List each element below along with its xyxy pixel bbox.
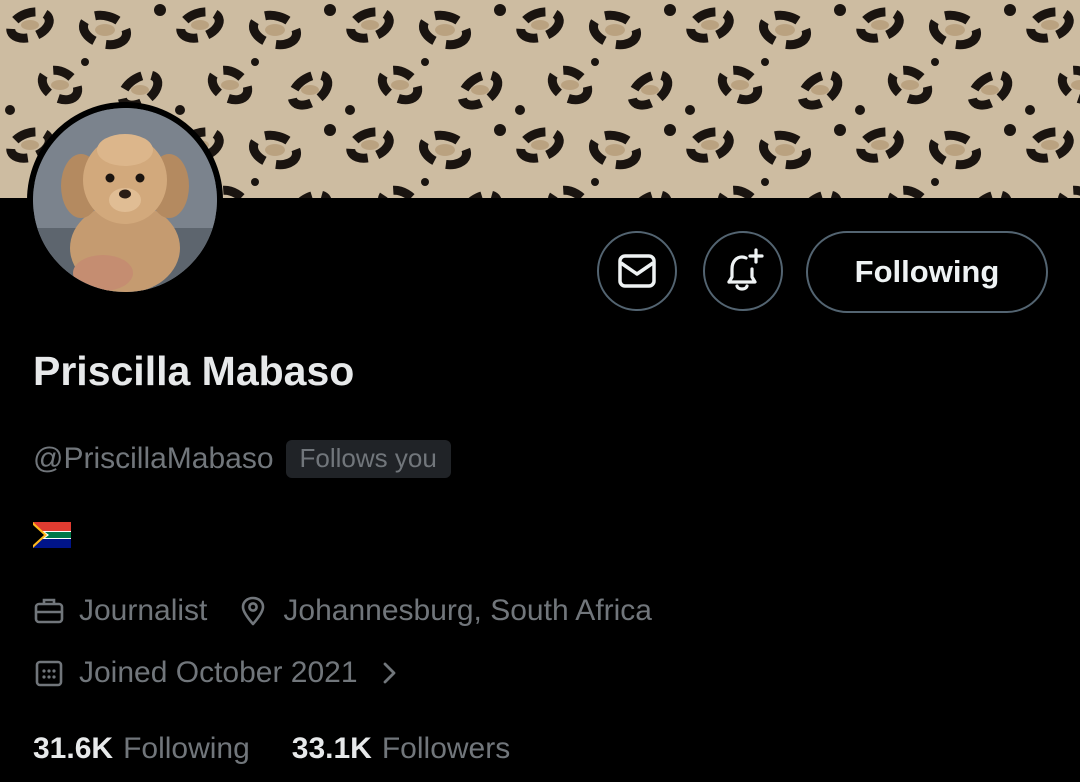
briefcase-icon — [34, 598, 64, 624]
following-stat[interactable]: 31.6K Following — [33, 732, 250, 766]
location-pin-icon — [242, 596, 265, 626]
following-label: Following — [123, 732, 250, 765]
notify-button[interactable] — [703, 231, 783, 311]
follows-you-badge: Follows you — [285, 440, 451, 478]
profile-meta-row: Journalist Johannesburg, South Africa — [33, 589, 652, 633]
occupation-text: Journalist — [79, 594, 208, 627]
chevron-right-icon[interactable] — [380, 658, 400, 688]
following-count: 31.6K — [33, 732, 114, 765]
joined-row[interactable]: Joined October 2021 — [33, 651, 400, 695]
calendar-icon — [35, 660, 63, 687]
followers-label: Followers — [381, 732, 511, 765]
puppy-photo — [33, 108, 217, 292]
user-handle: @PriscillaMabaso — [33, 442, 274, 475]
location-item: Johannesburg, South Africa — [237, 594, 652, 628]
message-button[interactable] — [597, 231, 677, 311]
envelope-icon — [618, 254, 656, 288]
south-africa-flag-icon — [33, 522, 71, 548]
following-button[interactable]: Following — [806, 231, 1048, 313]
occupation-item: Journalist — [33, 594, 207, 628]
joined-text: Joined October 2021 — [79, 656, 358, 689]
location-text: Johannesburg, South Africa — [283, 594, 652, 627]
display-name: Priscilla Mabaso — [33, 348, 355, 394]
profile-avatar[interactable] — [27, 102, 223, 298]
handle-row: @PriscillaMabaso Follows you — [33, 437, 451, 481]
follow-stats: 31.6K Following 33.1K Followers — [33, 727, 510, 771]
followers-count: 33.1K — [291, 732, 372, 765]
avatar-image — [33, 108, 217, 292]
joined-item: Joined October 2021 — [33, 656, 358, 690]
followers-stat[interactable]: 33.1K Followers — [292, 732, 510, 766]
bell-plus-icon — [727, 248, 764, 291]
